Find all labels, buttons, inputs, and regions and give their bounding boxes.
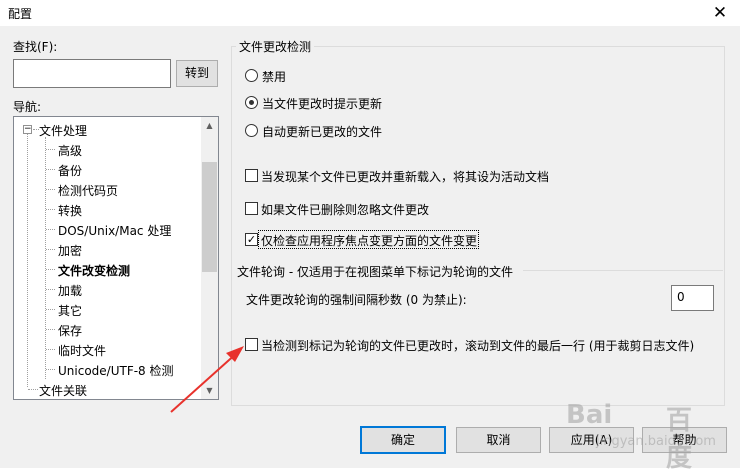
config-dialog: 配置 ✕ 查找(F): 转到 导航: − 文件处理 高级 备份 检测代码页 转换… <box>0 0 740 473</box>
watermark-text: Bai <box>566 400 613 430</box>
annotation-arrow <box>170 346 244 413</box>
watermark-subtext: jingyan.baidu.com <box>596 434 716 449</box>
